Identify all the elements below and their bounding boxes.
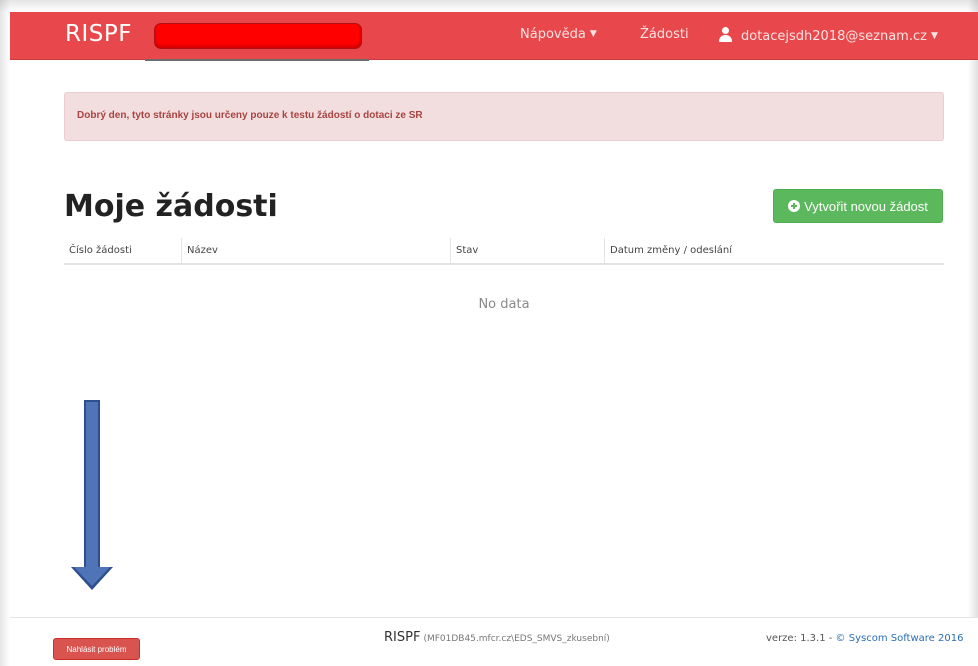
user-icon [718, 27, 733, 42]
copyright-link[interactable]: © Syscom Software 2016 [836, 633, 964, 644]
table-empty-message: No data [478, 297, 530, 312]
redaction-bar [155, 24, 361, 48]
footer-app-info: RISPF (MF01DB45.mfcr.cz\EDS_SMVS_zkusební… [384, 630, 610, 645]
requests-table-header: Číslo žádosti Název Stav Datum změny / o… [64, 238, 944, 265]
brand-underline [145, 59, 369, 61]
column-header-status[interactable]: Stav [450, 238, 604, 263]
create-request-label: Vytvořit novou žádost [804, 198, 928, 214]
create-request-button[interactable]: Vytvořit novou žádost [773, 189, 943, 223]
report-problem-button[interactable]: Nahlásit problém [53, 638, 140, 660]
annotation-arrow-head-fill [74, 567, 110, 586]
column-header-date[interactable]: Datum změny / odeslání [604, 238, 944, 263]
nav-help-label: Nápověda [520, 27, 586, 42]
caret-down-icon: ▼ [589, 29, 597, 39]
column-header-number[interactable]: Číslo žádosti [64, 238, 181, 263]
window-shadow-left [0, 0, 10, 666]
alert-text: Dobrý den, tyto stránky jsou určeny pouz… [77, 110, 423, 121]
page-title: Moje žádosti [64, 189, 278, 224]
nav-user-dropdown[interactable]: dotacejsdh2018@seznam.cz ▼ [718, 27, 938, 44]
user-email: dotacejsdh2018@seznam.cz [741, 29, 927, 44]
nav-help-dropdown[interactable]: Nápověda ▼ [520, 27, 597, 42]
window-shadow-top [0, 0, 978, 12]
annotation-arrow-shaft [84, 400, 100, 570]
top-navbar: RISPF Nápověda ▼ Žádosti dotacejsdh2018@s… [10, 12, 978, 61]
window-shadow-right [968, 0, 978, 666]
footer-version: verze: 1.3.1 - © Syscom Software 2016 [766, 633, 963, 644]
column-header-name[interactable]: Název [181, 238, 450, 263]
footer-server-name: (MF01DB45.mfcr.cz\EDS_SMVS_zkusební) [423, 634, 610, 644]
plus-circle-icon [788, 200, 801, 212]
footer-version-text: verze: 1.3.1 - [766, 633, 836, 644]
caret-down-icon: ▼ [930, 31, 938, 41]
brand-logo-link[interactable]: RISPF [65, 21, 132, 47]
nav-requests-link[interactable]: Žádosti [640, 27, 689, 42]
footer-app-name: RISPF [384, 630, 421, 645]
info-alert: Dobrý den, tyto stránky jsou určeny pouz… [64, 92, 944, 141]
